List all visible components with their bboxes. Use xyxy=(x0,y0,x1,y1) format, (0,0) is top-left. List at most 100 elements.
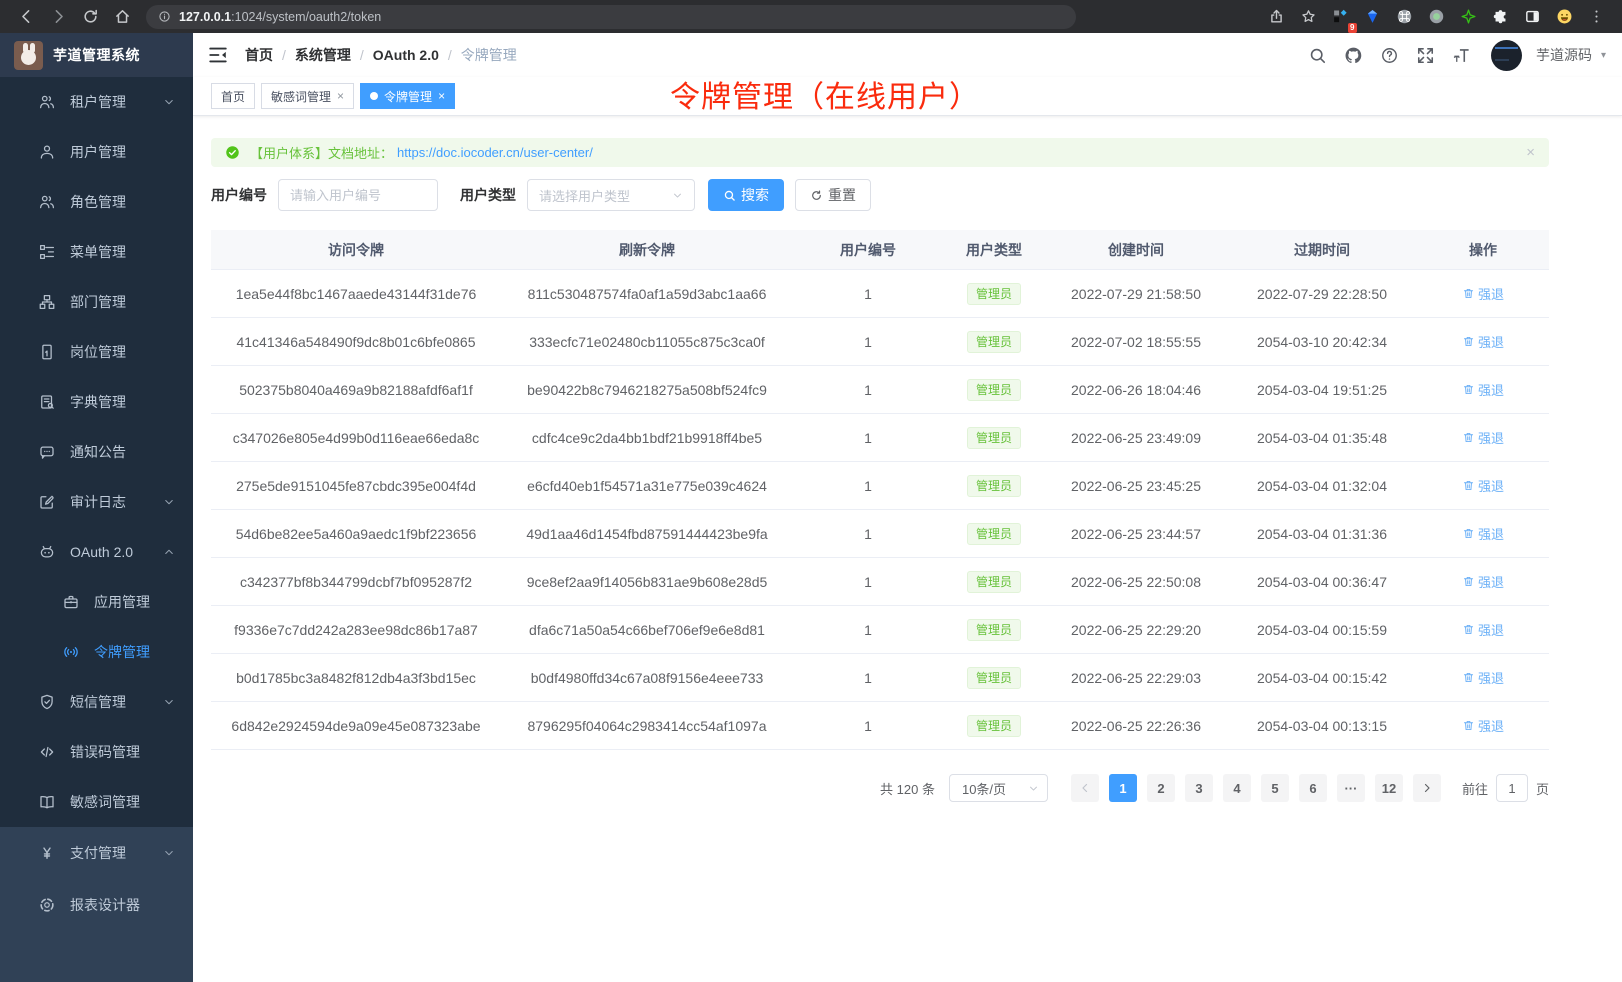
page-button-3[interactable]: 3 xyxy=(1185,774,1213,802)
tab-令牌管理[interactable]: 令牌管理 × xyxy=(360,83,455,109)
chevron-down-icon[interactable]: ▾ xyxy=(1601,50,1606,61)
access-token-cell: 41c41346a548490f9dc8b01c6bfe0865 xyxy=(211,334,501,350)
collapse-menu-icon[interactable] xyxy=(207,44,229,66)
user-avatar[interactable] xyxy=(1491,40,1522,71)
font-size-icon[interactable] xyxy=(1447,40,1477,70)
user-type-cell: 管理员 xyxy=(943,667,1045,689)
sidebar-item-sms[interactable]: 短信管理 xyxy=(0,677,193,727)
sidebar-item-user[interactable]: 用户管理 xyxy=(0,127,193,177)
created-time-cell: 2022-06-25 23:49:09 xyxy=(1045,430,1227,446)
breadcrumb-item[interactable]: OAuth 2.0 xyxy=(373,47,439,63)
share-icon[interactable] xyxy=(1263,4,1289,30)
home-icon[interactable] xyxy=(109,4,135,30)
github-icon[interactable] xyxy=(1339,40,1369,70)
puzzle-extensions-icon[interactable] xyxy=(1487,4,1513,30)
force-logout-button[interactable]: 强退 xyxy=(1462,620,1504,639)
tab-首页[interactable]: 首页 xyxy=(211,83,255,109)
force-logout-button[interactable]: 强退 xyxy=(1462,524,1504,543)
fullscreen-icon[interactable] xyxy=(1411,40,1441,70)
search-form: 用户编号 用户类型 请选择用户类型 搜索 重置 xyxy=(211,179,1549,211)
column-header: 访问令牌 xyxy=(211,240,501,260)
topbar-actions: 芋道源码 ▾ xyxy=(1303,40,1606,71)
alert-close-icon[interactable]: × xyxy=(1526,145,1535,160)
sidebar-item-dict[interactable]: 字典管理 xyxy=(0,377,193,427)
sidebar-item-error-code[interactable]: 错误码管理 xyxy=(0,727,193,777)
user-id-input[interactable] xyxy=(278,179,438,211)
sidebar-item-menu[interactable]: 菜单管理 xyxy=(0,227,193,277)
next-page-button[interactable] xyxy=(1413,774,1441,802)
search-icon[interactable] xyxy=(1303,40,1333,70)
more-menu-icon[interactable] xyxy=(1583,4,1609,30)
user-type-badge: 管理员 xyxy=(967,331,1021,353)
alert-text: 【用户体系】文档地址： xyxy=(250,143,393,162)
force-logout-button[interactable]: 强退 xyxy=(1462,476,1504,495)
prev-page-button[interactable] xyxy=(1071,774,1099,802)
breadcrumb-item[interactable]: 系统管理 xyxy=(295,45,351,65)
tab-敏感词管理[interactable]: 敏感词管理 × xyxy=(261,83,354,109)
address-bar[interactable]: 127.0.0.1:1024/system/oauth2/token xyxy=(146,5,1076,29)
record-extension-icon[interactable] xyxy=(1423,4,1449,30)
user-type-cell: 管理员 xyxy=(943,283,1045,305)
user-id-cell: 1 xyxy=(793,382,943,398)
page-button-5[interactable]: 5 xyxy=(1261,774,1289,802)
sidebar-item-label: OAuth 2.0 xyxy=(70,544,163,560)
breadcrumb-item[interactable]: 首页 xyxy=(245,45,273,65)
reset-button[interactable]: 重置 xyxy=(795,179,871,211)
gem-extension-icon[interactable] xyxy=(1359,4,1385,30)
pagination: 共 120 条 10条/页 123456···12 前往 页 xyxy=(211,774,1549,802)
page-size-select[interactable]: 10条/页 xyxy=(949,774,1048,802)
sidebar-item-oauth2-app[interactable]: 应用管理 xyxy=(0,577,193,627)
force-logout-button[interactable]: 强退 xyxy=(1462,572,1504,591)
force-logout-button[interactable]: 强退 xyxy=(1462,284,1504,303)
force-logout-button[interactable]: 强退 xyxy=(1462,716,1504,735)
site-info-icon[interactable] xyxy=(158,10,179,23)
goto-page-input[interactable] xyxy=(1496,774,1528,802)
forward-icon[interactable] xyxy=(45,4,71,30)
emoji-profile-icon[interactable] xyxy=(1551,4,1577,30)
success-check-icon xyxy=(225,145,240,160)
sidebar-item-post[interactable]: 岗位管理 xyxy=(0,327,193,377)
green-star-extension-icon[interactable] xyxy=(1455,4,1481,30)
sidebar-item-dept[interactable]: 部门管理 xyxy=(0,277,193,327)
sidebar-toggle-icon[interactable] xyxy=(1519,4,1545,30)
tab-close-icon[interactable]: × xyxy=(337,90,344,102)
tab-close-icon[interactable]: × xyxy=(438,90,445,102)
sidebar-item-sensitive-word[interactable]: 敏感词管理 xyxy=(0,777,193,827)
page-button-6[interactable]: 6 xyxy=(1299,774,1327,802)
force-logout-button[interactable]: 强退 xyxy=(1462,332,1504,351)
page-button-4[interactable]: 4 xyxy=(1223,774,1251,802)
shield-check-icon xyxy=(38,693,56,711)
sidebar-item-audit-log[interactable]: 审计日志 xyxy=(0,477,193,527)
help-icon[interactable] xyxy=(1375,40,1405,70)
page-button-2[interactable]: 2 xyxy=(1147,774,1175,802)
sidebar-item-pay[interactable]: 支付管理 xyxy=(0,827,193,879)
pager-more[interactable]: ··· xyxy=(1337,774,1365,802)
chevron-down-icon xyxy=(163,696,175,708)
search-button[interactable]: 搜索 xyxy=(708,179,784,211)
back-icon[interactable] xyxy=(13,4,39,30)
action-cell: 强退 xyxy=(1417,428,1549,447)
expire-time-cell: 2054-03-04 00:13:15 xyxy=(1227,718,1417,734)
user-type-select[interactable]: 请选择用户类型 xyxy=(527,179,695,211)
bookmark-star-icon[interactable] xyxy=(1295,4,1321,30)
sidebar-item-oauth2[interactable]: OAuth 2.0 xyxy=(0,527,193,577)
app-logo[interactable]: 芋道管理系统 xyxy=(0,33,193,77)
force-logout-button[interactable]: 强退 xyxy=(1462,668,1504,687)
sidebar-item-report[interactable]: 报表设计器 xyxy=(0,879,193,931)
page-button-12[interactable]: 12 xyxy=(1375,774,1403,802)
sidebar-item-oauth2-token[interactable]: 令牌管理 xyxy=(0,627,193,677)
force-logout-button[interactable]: 强退 xyxy=(1462,380,1504,399)
expire-time-cell: 2054-03-04 19:51:25 xyxy=(1227,382,1417,398)
force-logout-button[interactable]: 强退 xyxy=(1462,428,1504,447)
sidebar-item-tenant[interactable]: 租户管理 xyxy=(0,77,193,127)
page-button-1[interactable]: 1 xyxy=(1109,774,1137,802)
username[interactable]: 芋道源码 xyxy=(1536,45,1592,65)
command-extension-icon[interactable] xyxy=(1391,4,1417,30)
sidebar-item-notice[interactable]: 通知公告 xyxy=(0,427,193,477)
sidebar-menu: 租户管理 用户管理 角色管理 菜单管理 部门管理 岗位管理 字典管理 通知公告 … xyxy=(0,77,193,982)
sidebar-item-role[interactable]: 角色管理 xyxy=(0,177,193,227)
doc-link[interactable]: https://doc.iocoder.cn/user-center/ xyxy=(397,145,593,160)
blocks-extension-icon[interactable]: 9 xyxy=(1327,4,1353,30)
sidebar-item-label: 应用管理 xyxy=(94,592,175,612)
refresh-icon[interactable] xyxy=(77,4,103,30)
